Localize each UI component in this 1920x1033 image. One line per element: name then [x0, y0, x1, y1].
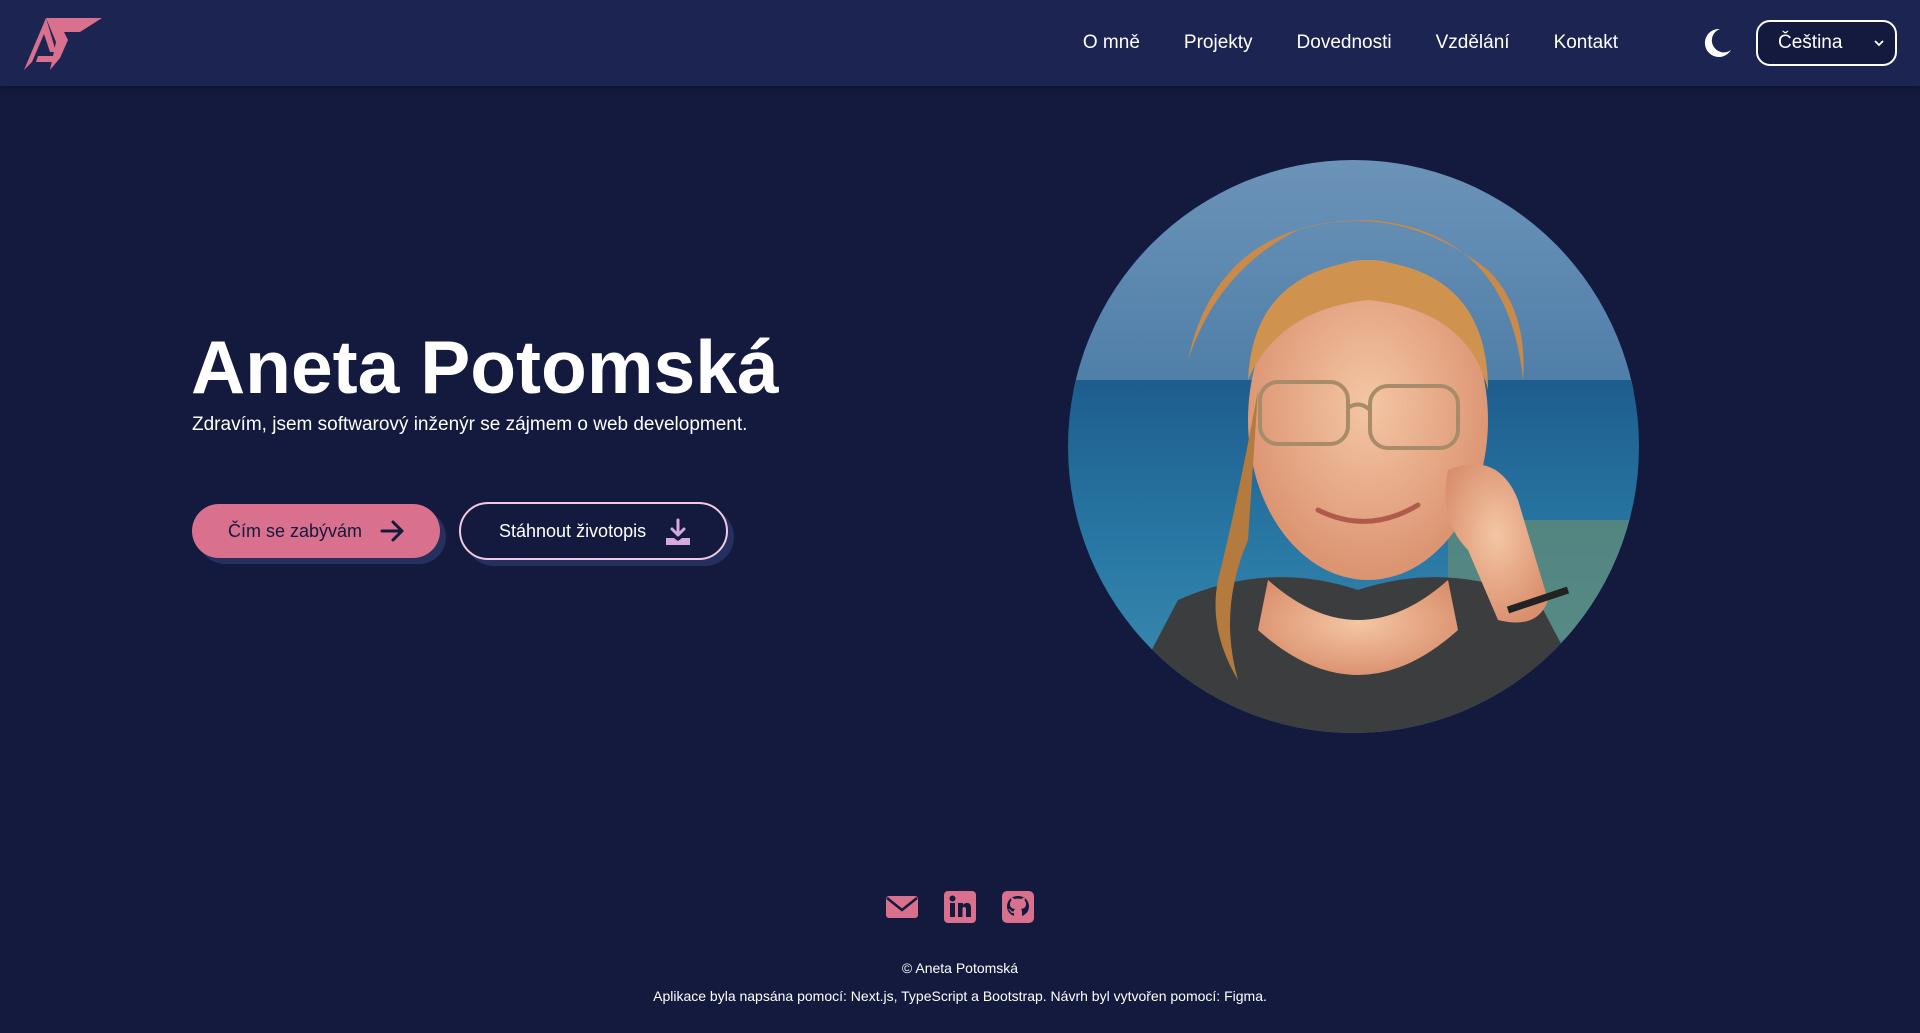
nav-link-projects[interactable]: Projekty: [1162, 32, 1275, 54]
download-cv-button[interactable]: Stáhnout životopis: [459, 502, 728, 560]
what-i-do-button-label: Čím se zabývám: [228, 520, 363, 541]
credits-end: .: [1262, 988, 1267, 1004]
tech-link-bootstrap[interactable]: Bootstrap: [983, 988, 1043, 1004]
arrow-right-icon: [380, 520, 404, 542]
chevron-down-icon: [1874, 40, 1884, 47]
envelope-icon[interactable]: [885, 890, 919, 924]
social-links: [0, 890, 1920, 926]
moon-icon[interactable]: [1700, 26, 1734, 60]
download-icon: [666, 518, 690, 545]
tech-link-typescript[interactable]: TypeScript: [901, 988, 967, 1004]
logo-icon[interactable]: [20, 12, 104, 74]
navbar: O mně Projekty Dovednosti Vzdělání Konta…: [0, 0, 1920, 86]
language-select-value: Čeština: [1778, 32, 1843, 53]
footer-credits: Aplikace byla napsána pomocí: Next.js, T…: [0, 988, 1920, 1004]
nav-link-contact[interactable]: Kontakt: [1532, 32, 1640, 54]
nav-link-skills[interactable]: Dovednosti: [1275, 32, 1414, 54]
nav-links: O mně Projekty Dovednosti Vzdělání Konta…: [1061, 0, 1640, 86]
download-cv-button-label: Stáhnout životopis: [499, 520, 647, 541]
credits-separator: a: [967, 988, 983, 1004]
design-prefix: . Návrh byl vytvořen pomocí:: [1042, 988, 1225, 1004]
credits-separator: ,: [893, 988, 902, 1004]
nav-link-about[interactable]: O mně: [1061, 32, 1162, 54]
linkedin-icon[interactable]: [943, 890, 977, 924]
github-icon[interactable]: [1001, 890, 1035, 924]
nav-link-education[interactable]: Vzdělání: [1414, 32, 1532, 54]
profile-photo: [1068, 160, 1639, 733]
language-select[interactable]: Čeština: [1756, 20, 1897, 66]
hero-subtitle: Zdravím, jsem softwarový inženýr se zájm…: [192, 414, 748, 435]
credits-prefix: Aplikace byla napsána pomocí:: [653, 988, 851, 1004]
design-link-figma[interactable]: Figma: [1224, 988, 1263, 1004]
footer-copyright: © Aneta Potomská: [901, 960, 1019, 976]
portrait-illustration: [1068, 160, 1639, 733]
what-i-do-button[interactable]: Čím se zabývám: [192, 504, 440, 558]
hero-name: Aneta Potomská: [191, 325, 779, 409]
tech-link-nextjs[interactable]: Next.js: [851, 988, 894, 1004]
